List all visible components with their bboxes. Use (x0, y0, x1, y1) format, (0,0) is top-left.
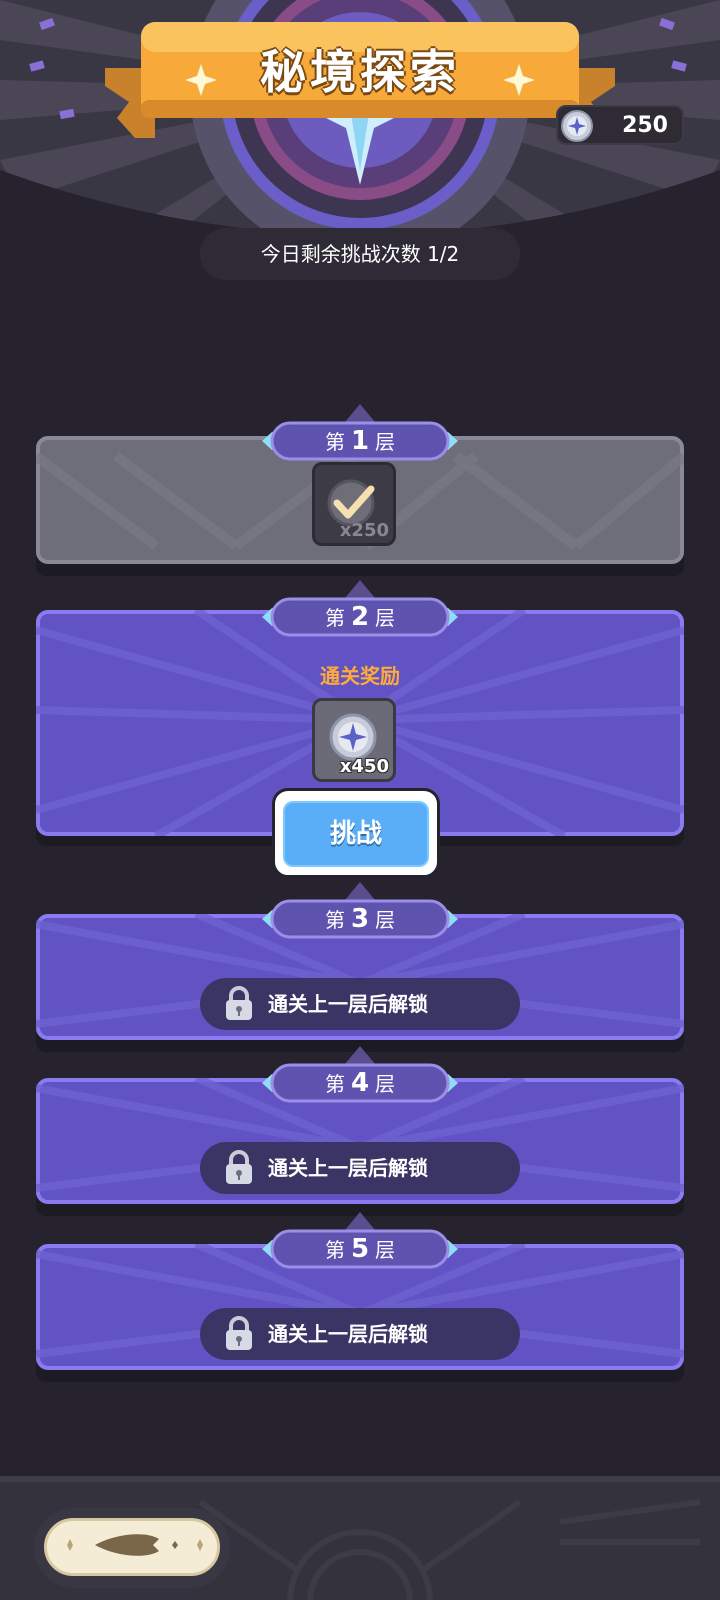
floor-5-lock-text: 通关上一层后解锁 (268, 1322, 428, 1346)
floor-5-number: 5 (350, 1234, 370, 1264)
floor-4-suffix: 层 (375, 1072, 396, 1096)
padlock-icon (226, 1150, 252, 1184)
floor-1-reward-count: x250 (339, 520, 389, 541)
floor-5-prefix: 第 (324, 1238, 345, 1262)
page-title: 秘境探索 (260, 45, 460, 99)
floor-3-prefix: 第 (324, 908, 345, 932)
padlock-icon (226, 986, 252, 1020)
floor-3-tag: 第3层 (262, 896, 458, 942)
floor-4-number: 4 (350, 1068, 370, 1098)
floor-4-prefix: 第 (324, 1072, 345, 1096)
floor-2-reward-count: x450 (339, 756, 389, 777)
floor-4-tag: 第4层 (262, 1060, 458, 1106)
floor-2-reward-label: 通关奖励 (320, 664, 400, 688)
challenge-button[interactable]: 挑战 (272, 788, 440, 878)
floor-3-suffix: 层 (375, 908, 396, 932)
currency-display: 250 (556, 105, 684, 145)
challenge-button-label[interactable]: 挑战 (283, 801, 429, 867)
floor-3-number: 3 (350, 904, 370, 934)
floor-3-lock-text: 通关上一层后解锁 (268, 992, 428, 1016)
back-button[interactable] (34, 1508, 230, 1588)
floor-4-lock-message: 通关上一层后解锁 (200, 1142, 520, 1194)
floor-2-prefix: 第 (324, 606, 345, 630)
star-coin-icon (561, 110, 593, 142)
floor-2-number: 2 (350, 602, 370, 632)
floor-1-number: 1 (350, 426, 370, 456)
floor-1-suffix: 层 (375, 430, 396, 454)
floor-1-prefix: 第 (324, 430, 345, 454)
floor-1-reward-item[interactable]: x250 (312, 462, 396, 546)
floor-2-tag: 第2层 (262, 594, 458, 640)
floor-3-lock-message: 通关上一层后解锁 (200, 978, 520, 1030)
floor-1-tag: 第1层 (262, 418, 458, 464)
header-emblem: 秘境探索 250 今日剩余挑战次数 1/2 (0, 0, 720, 300)
floor-5-tag: 第5层 (262, 1226, 458, 1272)
padlock-icon (226, 1316, 252, 1350)
floor-2-reward-item[interactable]: x450 (312, 698, 396, 782)
floor-4-lock-text: 通关上一层后解锁 (268, 1156, 428, 1180)
currency-value: 250 (622, 113, 668, 138)
floor-5-suffix: 层 (375, 1238, 396, 1262)
attempts-remaining: 今日剩余挑战次数 1/2 (200, 228, 520, 280)
floor-2-suffix: 层 (375, 606, 396, 630)
floor-5-lock-message: 通关上一层后解锁 (200, 1308, 520, 1360)
back-arrow-icon (67, 1534, 203, 1556)
